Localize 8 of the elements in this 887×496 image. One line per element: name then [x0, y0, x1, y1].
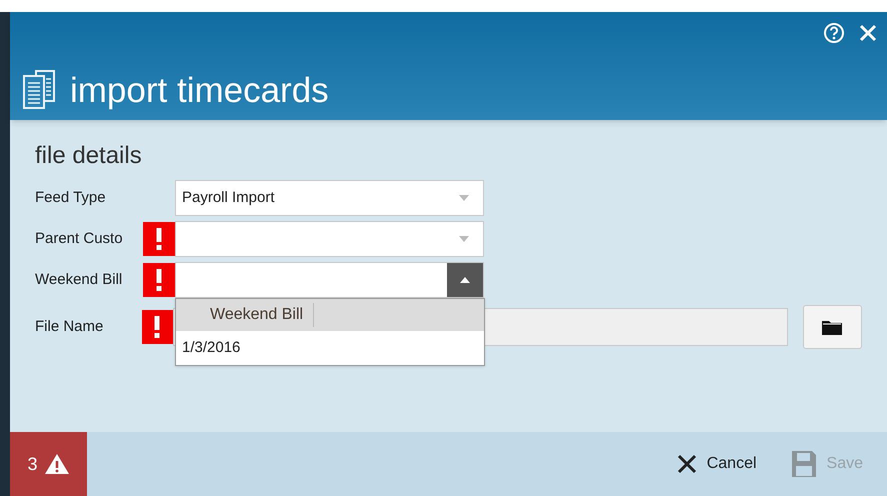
dialog-title: import timecards: [70, 72, 329, 108]
section-title: file details: [35, 144, 143, 168]
field-label: Parent Custo: [35, 228, 124, 249]
field-label: Feed Type: [35, 188, 107, 208]
error-count: 3: [27, 452, 38, 476]
list-column-header: Weekend Bill: [210, 303, 314, 327]
field-label: File Name: [35, 316, 104, 337]
field-label: Weekend Bill: [35, 270, 124, 290]
